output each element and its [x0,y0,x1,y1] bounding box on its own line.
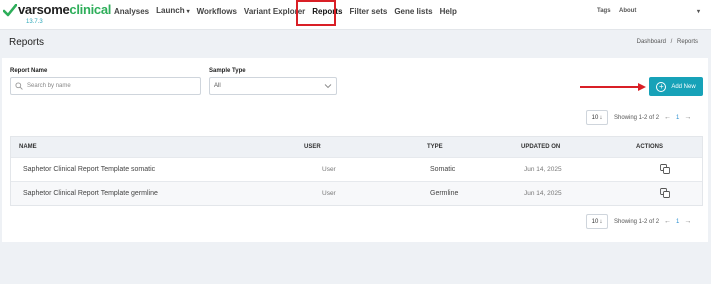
pagination-top: 10 ↓ Showing 1-2 of 2 ← 1 → [586,110,696,125]
table-row[interactable]: Saphetor Clinical Report Template germli… [11,181,702,205]
nav-tags[interactable]: Tags [597,8,611,14]
nav-gene-lists[interactable]: Gene lists [394,7,432,17]
breadcrumb-dashboard[interactable]: Dashboard [637,39,666,45]
nav-help[interactable]: Help [440,7,457,17]
sample-type-label: Sample Type [209,68,246,74]
report-name-label: Report Name [10,68,48,74]
page-size-select[interactable]: 10 ↓ [586,110,608,125]
current-page[interactable]: 1 [676,115,679,121]
nav-launch[interactable]: Launch ▾ [156,6,189,17]
sample-type-select[interactable]: All [209,77,337,95]
table-header: NAME USER TYPE UPDATED ON ACTIONS [11,137,702,157]
main-nav: Analyses Launch ▾ Workflows Variant Explo… [114,6,464,17]
report-user: User [322,190,336,197]
page-title: Reports [9,37,45,48]
sample-type-value: All [214,83,221,89]
add-new-label: Add New [671,83,696,90]
page-size-value: 10 [591,114,599,121]
report-updated: Jun 14, 2025 [524,190,562,197]
logo-wordmark: varsomeclinical [18,2,112,17]
showing-range: Showing 1-2 of 2 [614,114,660,121]
breadcrumb: Dashboard / Reports [637,39,698,45]
report-type: Germline [430,190,459,197]
sort-down-icon: ↓ [599,218,603,225]
sort-down-icon: ↓ [599,114,603,121]
report-name-search[interactable]: Search by name [10,77,201,95]
varsome-clinical-logo[interactable]: varsomeclinical [3,3,111,17]
column-type[interactable]: TYPE [427,144,443,150]
table-row[interactable]: Saphetor Clinical Report Template somati… [11,157,702,181]
copy-icon[interactable] [660,164,670,174]
caret-down-icon: ▾ [186,9,190,15]
reports-table: NAME USER TYPE UPDATED ON ACTIONS Saphet… [10,136,703,206]
chevron-down-icon [324,84,332,89]
top-navbar: varsomeclinical 13.7.3 Analyses Launch ▾ … [0,0,711,30]
column-user[interactable]: USER [304,144,321,150]
page-size-value: 10 [591,218,599,225]
report-updated: Jun 14, 2025 [524,166,562,173]
reports-highlight-box [296,0,336,26]
breadcrumb-current: Reports [676,39,698,45]
column-name[interactable]: NAME [19,144,37,150]
checkmark-logo-icon [3,3,17,16]
caret-down-icon[interactable]: ▾ [697,8,700,15]
next-page-icon[interactable]: → [684,218,691,225]
breadcrumb-separator: / [670,39,673,45]
current-page[interactable]: 1 [676,219,679,225]
search-icon [15,82,23,90]
column-actions: ACTIONS [636,144,663,150]
column-updated-on[interactable]: UPDATED ON [521,144,560,150]
report-name[interactable]: Saphetor Clinical Report Template somati… [23,166,155,173]
nav-analyses[interactable]: Analyses [114,7,149,17]
pagination-bottom: 10 ↓ Showing 1-2 of 2 ← 1 → [586,214,696,229]
nav-workflows[interactable]: Workflows [197,7,237,17]
page-size-select[interactable]: 10 ↓ [586,214,608,229]
add-new-button[interactable]: + Add New [649,77,703,96]
showing-range: Showing 1-2 of 2 [614,218,660,225]
next-page-icon[interactable]: → [684,114,691,121]
previous-page-icon[interactable]: ← [664,114,671,121]
red-arrow-annotation [580,83,646,91]
report-type: Somatic [430,166,456,173]
app-version: 13.7.3 [26,19,43,25]
report-name[interactable]: Saphetor Clinical Report Template germli… [23,190,158,197]
report-user: User [322,166,336,173]
previous-page-icon[interactable]: ← [664,218,671,225]
copy-icon[interactable] [660,188,670,198]
plus-circle-icon: + [656,81,667,92]
nav-about[interactable]: About [619,8,636,14]
search-placeholder: Search by name [27,83,71,89]
nav-launch-label: Launch [156,6,185,15]
nav-filter-sets[interactable]: Filter sets [350,7,388,17]
page-header [0,30,711,56]
